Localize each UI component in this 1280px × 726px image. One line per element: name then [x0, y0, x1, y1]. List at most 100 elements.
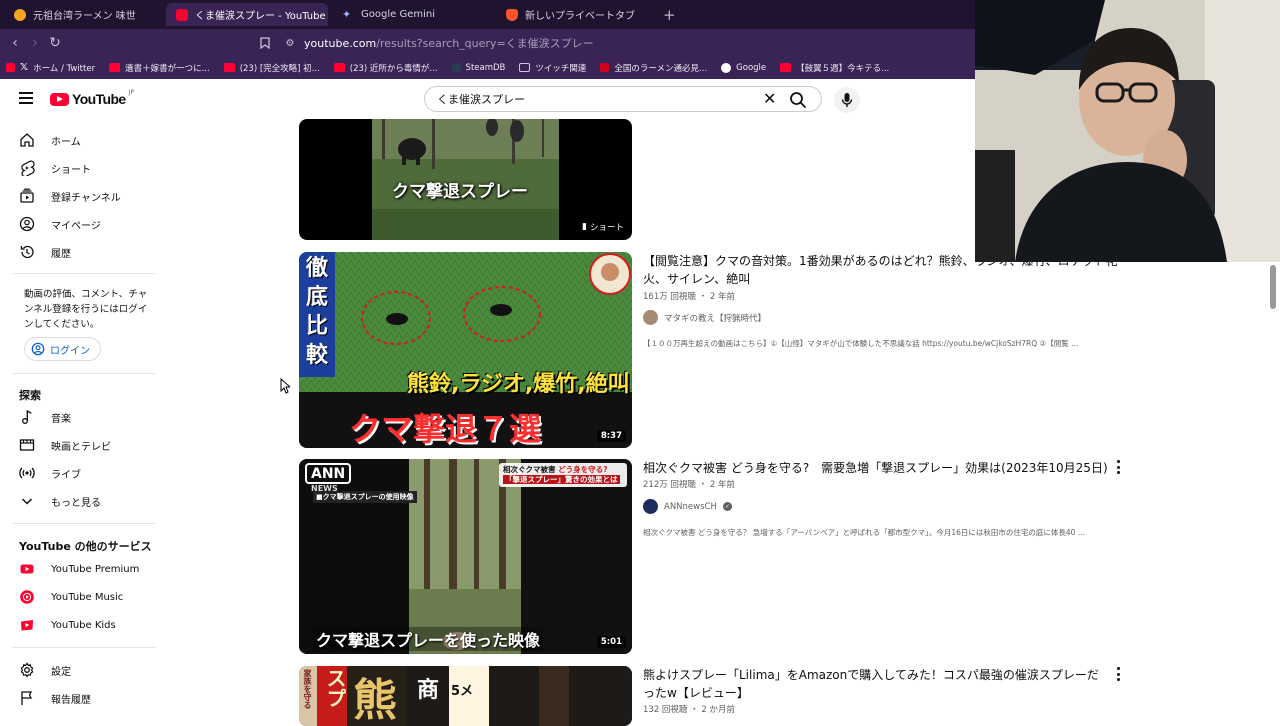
thumbnail-bottom-caption: クマ撃退スプレーを使った映像: [313, 627, 544, 651]
video-title[interactable]: 熊よけスプレー「Lilima」をAmazonで購入してみた！コスパ最強の催涙スプ…: [643, 666, 1103, 702]
bookmark-label: (23) [完全攻略] 初...: [239, 63, 320, 74]
streamer-webcam-image: [975, 0, 1280, 262]
upload-age: 2 か月前: [701, 705, 735, 715]
thumbnail-headline-box: 相次ぐクマ被害 どう身を守る? 「撃退スプレー」驚きの効果とは: [499, 463, 627, 487]
sidebar-item-settings[interactable]: 設定: [12, 657, 156, 683]
bookmark-label: 【鼓翼５週】今キテる...: [796, 63, 890, 74]
bookmark-item[interactable]: 遺書＋嫁書が一つに...: [109, 62, 210, 74]
browser-tab-private[interactable]: 新しいプライベートタブ: [496, 3, 656, 26]
site-info-icon[interactable]: ⚙: [280, 33, 300, 53]
google-icon: [721, 62, 732, 73]
signin-button[interactable]: ログイン: [24, 337, 101, 361]
microphone-icon[interactable]: [834, 87, 860, 113]
forward-icon[interactable]: ›: [25, 33, 45, 53]
bookmark-item[interactable]: (23) [完全攻略] 初...: [223, 62, 320, 74]
back-icon[interactable]: ‹: [5, 33, 25, 53]
video-description: 相次ぐクマ被害 どう身を守る？ 急増する「アーバンベア」と呼ばれる「都市型クマ」…: [643, 528, 1085, 537]
sidebar-item-movies[interactable]: 映画とテレビ: [12, 432, 156, 458]
bookmark-icon[interactable]: [255, 33, 275, 53]
logo-text: YouTube: [72, 91, 126, 107]
sidebar-item-music-app[interactable]: YouTube Music: [12, 584, 156, 610]
verified-badge-icon: ✓: [722, 502, 732, 511]
search-input[interactable]: [437, 92, 757, 105]
brave-favicon-icon: [506, 8, 518, 21]
sidebar-item-history[interactable]: 履歴: [12, 239, 156, 265]
sidebar-item-you[interactable]: マイページ: [12, 211, 156, 237]
sidebar-divider: [12, 523, 156, 524]
url-field[interactable]: youtube.com/results?search_query=くま催涙スプレ…: [304, 35, 594, 51]
channel-link[interactable]: マタギの教え【狩猟時代】: [643, 310, 766, 325]
scrollbar-thumb[interactable]: [1270, 265, 1276, 309]
bookmark-item[interactable]: (23) 近所から毒情が...: [333, 62, 438, 74]
sidebar-item-show-more[interactable]: もっと見る: [12, 488, 156, 514]
video-thumbnail[interactable]: ANN NEWS ■クマ撃退スプレーの使用映像 相次ぐクマ被害 どう身を守る? …: [299, 459, 632, 654]
reload-icon[interactable]: ↻: [45, 33, 65, 53]
youtube-bookmark-icon: [333, 63, 345, 72]
browser-tab-youtube[interactable]: くま催涙スプレー - YouTube ✕: [166, 3, 328, 26]
scrollbar-track[interactable]: [1268, 262, 1280, 720]
bookmark-item[interactable]: 【鼓翼５週】今キテる...: [780, 62, 889, 74]
sidebar-item-music[interactable]: 音楽: [12, 404, 156, 430]
view-count: 161万 回視聴: [643, 292, 696, 302]
youtube-masthead: YouTube JP ✕: [0, 79, 975, 119]
channel-link[interactable]: ANNnewsCH ✓: [643, 499, 732, 514]
new-tab-icon[interactable]: +: [663, 6, 676, 24]
tab-title: Google Gemini: [361, 9, 435, 20]
bookmark-google[interactable]: Google: [721, 62, 766, 73]
settings-icon: [20, 662, 34, 678]
account-circle-icon: [31, 342, 45, 356]
sidebar-item-shorts[interactable]: ショート: [12, 155, 156, 181]
upload-age: 2 年前: [709, 480, 735, 490]
video-thumbnail[interactable]: 家族を守る スプ 熊 商 5メ: [299, 666, 632, 726]
bookmark-steamdb[interactable]: SteamDB: [451, 63, 505, 73]
short-thumbnail[interactable]: クマ撃退スプレー ▮ ショート: [299, 119, 632, 240]
sidebar-item-live[interactable]: ライブ: [12, 460, 156, 486]
youtube-logo[interactable]: YouTube JP: [50, 89, 134, 107]
sidebar-item-premium[interactable]: YouTube Premium: [12, 556, 156, 582]
clear-search-icon[interactable]: ✕: [763, 89, 776, 108]
youtube-play-icon: [50, 92, 69, 106]
more-actions-icon[interactable]: [1114, 460, 1122, 474]
video-duration: 8:37: [596, 430, 626, 442]
youtube-premium-icon: [20, 564, 34, 574]
sidebar-item-label: YouTube Music: [51, 591, 124, 603]
sidebar-item-kids[interactable]: YouTube Kids: [12, 612, 156, 638]
thumbnail-text-d: 商: [417, 678, 440, 703]
bookmark-twitter[interactable]: 𝕏 ホーム / Twitter: [6, 62, 95, 74]
explore-heading: 探索: [19, 389, 41, 402]
tab-title: くま催涙スプレー - YouTube: [195, 11, 326, 22]
history-icon: [20, 245, 34, 259]
search-icon[interactable]: [789, 91, 807, 109]
sidebar-item-report-history[interactable]: 報告履歴: [12, 685, 156, 711]
services-heading: YouTube の他のサービス: [19, 540, 152, 553]
sidebar-item-label: YouTube Premium: [51, 563, 140, 575]
thumbnail-text-c: 熊: [353, 675, 397, 726]
ramen-site-icon: [600, 63, 610, 72]
signin-prompt: 動画の評価、コメント、チャンネル登録を行うにはログインしてください。: [24, 289, 148, 330]
bookmark-item[interactable]: 全国のラーメン通必見...: [600, 62, 707, 74]
shorts-badge-icon: ▮: [582, 222, 587, 232]
headline-line-2: どう身を守る?: [558, 465, 608, 474]
sidebar-item-subscriptions[interactable]: 登録チャンネル: [12, 183, 156, 209]
folder-icon: [519, 63, 531, 72]
music-icon: [22, 409, 32, 424]
youtube-bookmark-icon: [780, 63, 792, 72]
channel-avatar: [643, 310, 658, 325]
browser-tab-bar: 元祖台湾ラーメン 味世 くま催涙スプレー - YouTube ✕ ✦ Googl…: [0, 0, 975, 29]
tab-title: 新しいプライベートタブ: [525, 11, 635, 22]
browser-tab-gemini[interactable]: ✦ Google Gemini: [332, 3, 492, 26]
browser-tab-ramen[interactable]: 元祖台湾ラーメン 味世: [4, 3, 164, 26]
sidebar-item-home[interactable]: ホーム: [12, 127, 156, 153]
menu-icon[interactable]: [19, 92, 33, 104]
video-thumbnail[interactable]: 徹底比較 熊鈴,ラジオ,爆竹,絶叫 クマ撃退７選 8:37: [299, 252, 632, 448]
channel-name: ANNnewsCH: [664, 501, 717, 512]
bookmark-folder[interactable]: ツイッチ関連: [519, 62, 586, 74]
sidebar-divider: [12, 273, 156, 274]
sidebar-item-label: マイページ: [51, 220, 101, 232]
sidebar-item-label: ショート: [51, 164, 91, 176]
more-actions-icon[interactable]: [1114, 667, 1122, 681]
video-title[interactable]: 相次ぐクマ被害 どう身を守る? 需要急増「撃退スプレー」効果は(2023年10月…: [643, 459, 1113, 477]
video-metadata: 161万 回視聴 ・ 2 年前: [643, 292, 735, 302]
bookmark-label: 遺書＋嫁書が一つに...: [125, 63, 210, 74]
bookmark-label: ホーム / Twitter: [33, 63, 96, 74]
